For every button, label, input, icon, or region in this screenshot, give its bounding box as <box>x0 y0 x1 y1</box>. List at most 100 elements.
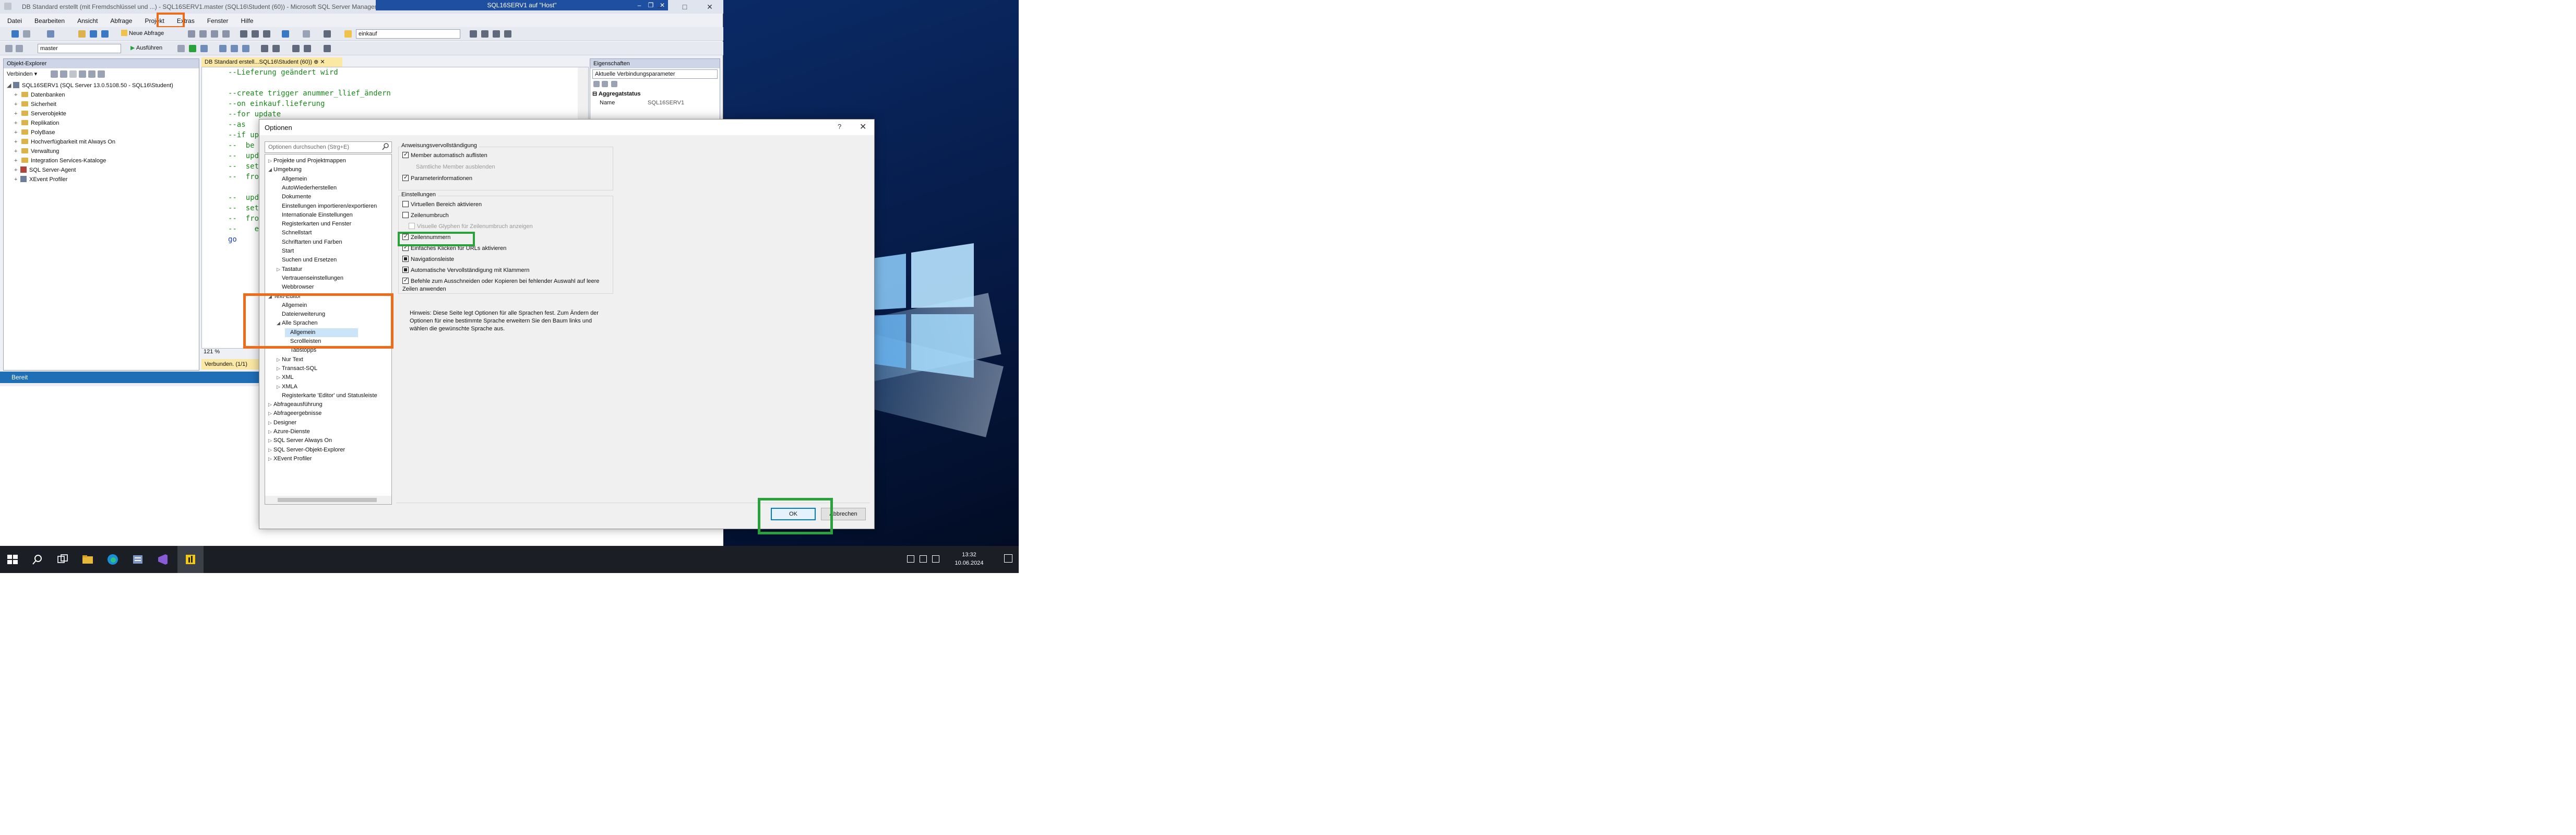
analysis-query-icon[interactable] <box>199 30 207 38</box>
options-tree-item[interactable]: Schnellstart <box>277 229 312 237</box>
specify-values-icon[interactable] <box>324 45 331 52</box>
help-icon[interactable]: ? <box>838 123 841 130</box>
search-icon[interactable] <box>381 142 390 151</box>
tree-item-replikation[interactable]: + Replikation <box>14 118 59 128</box>
options-tree-item[interactable]: Allgemein <box>277 175 307 184</box>
expand-arrow-icon[interactable]: ▷ <box>277 383 282 391</box>
expand-arrow-icon[interactable]: ▷ <box>277 364 282 373</box>
expand-arrow-icon[interactable]: ▷ <box>268 409 273 418</box>
database-select[interactable]: master <box>38 44 121 53</box>
decrease-indent-icon[interactable] <box>292 45 300 52</box>
dialog-close-icon[interactable]: ✕ <box>860 122 866 132</box>
edge-icon[interactable] <box>106 553 119 566</box>
copy-icon[interactable] <box>252 30 259 38</box>
visual-studio-icon[interactable] <box>157 553 169 566</box>
comment-icon[interactable] <box>261 45 268 52</box>
options-tree-item[interactable]: Webbrowser <box>277 283 314 292</box>
expand-arrow-icon[interactable]: ▷ <box>277 265 282 274</box>
property-pages-icon[interactable] <box>611 81 617 87</box>
forward-icon[interactable] <box>23 30 30 38</box>
search-icon[interactable] <box>31 553 44 566</box>
increase-indent-icon[interactable] <box>304 45 311 52</box>
tree-item-polybase[interactable]: + PolyBase <box>14 128 55 137</box>
open-file-icon[interactable] <box>78 30 86 38</box>
maximize-icon[interactable]: □ <box>672 0 697 14</box>
checkbox-box[interactable] <box>402 174 409 182</box>
execute-button[interactable]: ▶ Ausführen <box>130 44 162 51</box>
options-tree-item[interactable]: Internationale Einstellungen <box>277 211 353 220</box>
file-explorer-icon[interactable] <box>81 553 94 566</box>
toolbox-icon[interactable] <box>493 30 500 38</box>
options-tree-item[interactable]: Vertrauenseinstellungen <box>277 274 343 283</box>
tree-item-integration-services[interactable]: + Integration Services-Kataloge <box>14 156 106 165</box>
expand-arrow-icon[interactable]: ▷ <box>268 400 273 409</box>
parse-icon[interactable] <box>189 45 196 52</box>
uncomment-icon[interactable] <box>272 45 280 52</box>
options-tree-item[interactable]: ◢ Umgebung <box>268 165 302 174</box>
start-icon[interactable] <box>6 553 19 566</box>
results-to-file-icon[interactable] <box>242 45 249 52</box>
option-checkbox[interactable]: Navigationsleiste <box>402 256 454 264</box>
notifications-icon[interactable] <box>1004 554 1012 563</box>
change-connection-icon[interactable] <box>16 45 23 52</box>
options-tree-item[interactable]: Registerkarten und Fenster <box>277 220 351 229</box>
disconnect-icon[interactable] <box>60 70 67 78</box>
connect-server-icon[interactable] <box>51 70 58 78</box>
checkbox-box[interactable] <box>402 256 409 262</box>
options-tree-item[interactable]: ▷ XEvent Profiler <box>268 455 312 463</box>
server-node[interactable]: ◢ SQL16SERV1 (SQL Server 13.0.5108.50 - S… <box>7 81 173 90</box>
options-tree-item[interactable]: ▷ Designer <box>268 419 296 427</box>
tree-horizontal-scrollbar[interactable] <box>265 496 391 504</box>
xmla-query-icon[interactable] <box>222 30 230 38</box>
connect-dropdown[interactable]: Verbinden ▾ <box>7 70 37 77</box>
back-icon[interactable] <box>11 30 19 38</box>
expand-arrow-icon[interactable]: ▷ <box>268 436 273 445</box>
expand-arrow-icon[interactable]: ▷ <box>268 427 273 436</box>
new-query-button[interactable]: Neue Abfrage <box>121 30 164 37</box>
checkbox-box[interactable] <box>402 212 409 218</box>
tree-item-verwaltung[interactable]: + Verwaltung <box>14 147 59 156</box>
results-to-grid-icon[interactable] <box>231 45 238 52</box>
expand-arrow-icon[interactable]: ◢ <box>268 165 273 174</box>
zoom-level[interactable]: 121 % <box>204 349 220 355</box>
minimize-icon[interactable]: – <box>647 0 672 14</box>
wrench-icon[interactable] <box>481 30 488 38</box>
options-search-input[interactable]: Optionen durchsuchen (Strg+E) <box>265 141 392 153</box>
menu-datei[interactable]: Datei <box>7 17 22 25</box>
redo-icon[interactable] <box>303 30 310 38</box>
options-tree-item[interactable]: ▷ Abfrageausführung <box>268 400 323 409</box>
stop-icon[interactable] <box>69 70 77 78</box>
expand-arrow-icon[interactable]: ▷ <box>277 373 282 382</box>
new-project-icon[interactable] <box>47 30 54 38</box>
options-tree-item[interactable]: ▷ Azure-Dienste <box>268 427 310 436</box>
checkbox-box[interactable] <box>402 277 409 284</box>
menu-hilfe[interactable]: Hilfe <box>241 17 254 25</box>
expand-arrow-icon[interactable]: ▷ <box>268 446 273 455</box>
checkbox-box[interactable] <box>402 267 409 273</box>
expand-arrow-icon[interactable]: ▷ <box>268 157 273 165</box>
options-tree-item[interactable]: ▷ Tastatur <box>277 265 302 274</box>
undo-icon[interactable] <box>282 30 289 38</box>
menu-fenster[interactable]: Fenster <box>207 17 229 25</box>
options-tree-item[interactable]: Suchen und Ersetzen <box>277 256 337 265</box>
tree-item-sql-server-agent[interactable]: + SQL Server-Agent <box>14 165 76 175</box>
checkbox-box[interactable] <box>402 151 409 159</box>
options-tree-item[interactable]: ▷ XMLA <box>277 383 297 391</box>
tree-item-sicherheit[interactable]: + Sicherheit <box>14 100 56 109</box>
keyboard-icon[interactable] <box>932 555 939 563</box>
option-checkbox[interactable]: Automatische Vervollständigung mit Klamm… <box>402 267 529 275</box>
save-icon[interactable] <box>90 30 97 38</box>
stop-icon[interactable] <box>177 45 185 52</box>
taskbar-active-app[interactable] <box>177 546 204 573</box>
search-box[interactable]: einkauf <box>356 29 460 39</box>
menu-bearbeiten[interactable]: Bearbeiten <box>34 17 65 25</box>
options-tree-item[interactable]: Einstellungen importieren/exportieren <box>277 202 377 211</box>
options-tree-item[interactable]: Schriftarten und Farben <box>277 238 342 247</box>
cut-icon[interactable] <box>240 30 247 38</box>
option-checkbox[interactable]: Virtuellen Bereich aktivieren <box>402 201 482 209</box>
options-tree-item[interactable]: ▷ SQL Server-Objekt-Explorer <box>268 446 345 455</box>
volume-icon[interactable] <box>920 555 927 563</box>
options-tree-item[interactable]: Start <box>277 247 294 256</box>
tree-item-serverobjekte[interactable]: + Serverobjekte <box>14 109 66 118</box>
close-icon[interactable]: ✕ <box>697 0 722 14</box>
